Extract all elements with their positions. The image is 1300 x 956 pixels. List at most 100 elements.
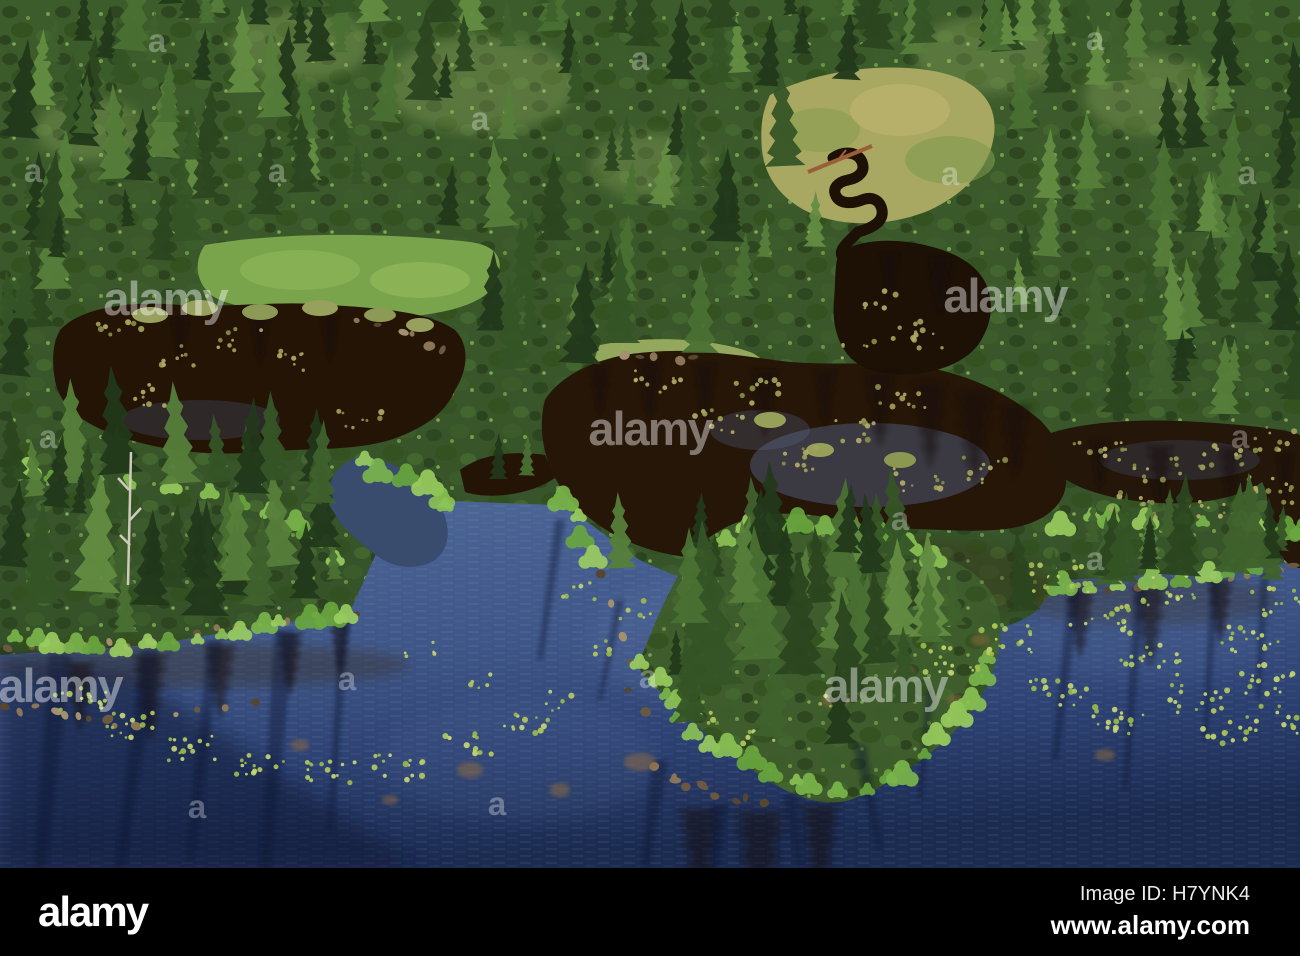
- lily-pad: [304, 760, 310, 765]
- lily-pad: [259, 328, 263, 332]
- lily-pad: [1112, 728, 1118, 733]
- lily-pad: [811, 467, 815, 471]
- lily-pad: [110, 734, 114, 738]
- lily-pad: [1078, 563, 1085, 570]
- lily-pad: [1114, 606, 1120, 612]
- lily-pad: [862, 344, 866, 347]
- lily-pad: [447, 735, 452, 741]
- lily-pad: [180, 748, 187, 755]
- lily-pad: [139, 722, 146, 728]
- submerged-rock: [457, 762, 483, 778]
- lily-pad: [1121, 618, 1125, 623]
- watermark-tile: a: [148, 22, 167, 59]
- lily-pad: [1261, 611, 1268, 618]
- lily-pad: [1233, 650, 1238, 654]
- lily-pad: [633, 377, 639, 383]
- lily-pad: [1141, 501, 1146, 507]
- watermark-logo: alamy: [823, 659, 948, 712]
- lily-pad: [319, 761, 324, 767]
- lily-pad: [1096, 722, 1100, 726]
- lily-pad: [475, 735, 479, 740]
- lily-pad: [382, 773, 387, 778]
- lily-pad: [488, 672, 493, 677]
- lily-pad: [418, 772, 426, 779]
- lily-pad: [225, 330, 231, 336]
- lily-pad: [974, 664, 981, 670]
- watermark-tile: a: [1086, 540, 1105, 577]
- lily-pad: [277, 353, 283, 359]
- lily-pad: [239, 758, 244, 763]
- lily-pad: [1191, 593, 1194, 596]
- lily-pad: [1249, 678, 1255, 683]
- lily-pad: [749, 385, 756, 392]
- lily-pad: [937, 485, 944, 492]
- lily-pad: [1148, 651, 1153, 656]
- lily-pad: [129, 717, 136, 723]
- lily-pad: [1198, 464, 1202, 468]
- lily-pad: [1206, 506, 1210, 510]
- lily-pad: [1245, 637, 1248, 641]
- lily-pad: [1055, 678, 1061, 684]
- lily-pad: [1268, 642, 1272, 646]
- lily-pad: [592, 651, 598, 657]
- lily-pad: [1123, 625, 1127, 628]
- footer-credits: Image ID: H7YNK4 www.alamy.com: [1051, 883, 1300, 941]
- lily-pad: [1295, 731, 1299, 735]
- lily-pad: [105, 724, 109, 729]
- lily-pad: [1086, 449, 1093, 456]
- lily-pad: [470, 679, 475, 684]
- lily-pad: [1202, 452, 1207, 457]
- lily-pad: [377, 415, 383, 421]
- lily-pad: [739, 392, 745, 399]
- lily-pad: [950, 663, 955, 668]
- lily-pad: [1178, 689, 1184, 695]
- lily-pad: [1060, 694, 1065, 699]
- lily-pad: [246, 753, 252, 758]
- watermark-tile: a: [1086, 20, 1105, 57]
- lily-pad: [1019, 639, 1024, 645]
- lily-pad: [892, 291, 899, 298]
- lily-pad: [881, 305, 887, 311]
- lily-pad: [871, 338, 877, 345]
- lily-pad: [1264, 690, 1270, 697]
- lily-pad: [1237, 625, 1244, 631]
- lily-pad: [818, 702, 823, 706]
- lily-pad: [801, 462, 807, 468]
- lily-pad: [119, 712, 126, 719]
- lily-pad: [1277, 439, 1283, 445]
- lily-pad: [1173, 700, 1178, 704]
- lily-pad: [1293, 596, 1299, 601]
- lily-pad: [740, 740, 747, 747]
- lily-pad: [274, 764, 278, 768]
- lily-pad: [658, 390, 662, 394]
- lily-pad: [1240, 462, 1245, 466]
- lily-pad: [1072, 564, 1079, 571]
- lily-pad: [331, 773, 336, 779]
- lily-pad: [1179, 683, 1184, 688]
- lily-pad: [1281, 722, 1287, 728]
- lily-pad: [941, 481, 945, 485]
- lily-pad: [1082, 580, 1088, 587]
- lily-pad: [477, 750, 483, 755]
- lily-pad: [1029, 571, 1035, 577]
- lily-pad: [1242, 736, 1248, 742]
- lily-pad: [801, 447, 805, 451]
- lily-pad: [172, 738, 177, 742]
- lily-pad: [745, 734, 751, 740]
- lily-pad: [149, 386, 156, 392]
- lily-pad: [431, 640, 435, 645]
- lily-pad: [561, 594, 566, 599]
- lily-pad: [858, 420, 863, 424]
- lily-pad: [1086, 590, 1090, 594]
- lily-pad: [606, 651, 612, 657]
- lily-pad: [1090, 617, 1094, 621]
- submerged-rock: [1095, 749, 1115, 761]
- lily-pad: [568, 692, 575, 699]
- lily-pad: [592, 597, 597, 602]
- lily-pad: [250, 770, 257, 776]
- lily-pad: [175, 356, 179, 361]
- lily-pad: [97, 326, 104, 333]
- lily-pad: [171, 745, 178, 752]
- lily-pad: [1178, 471, 1182, 476]
- lily-pad: [1280, 674, 1286, 679]
